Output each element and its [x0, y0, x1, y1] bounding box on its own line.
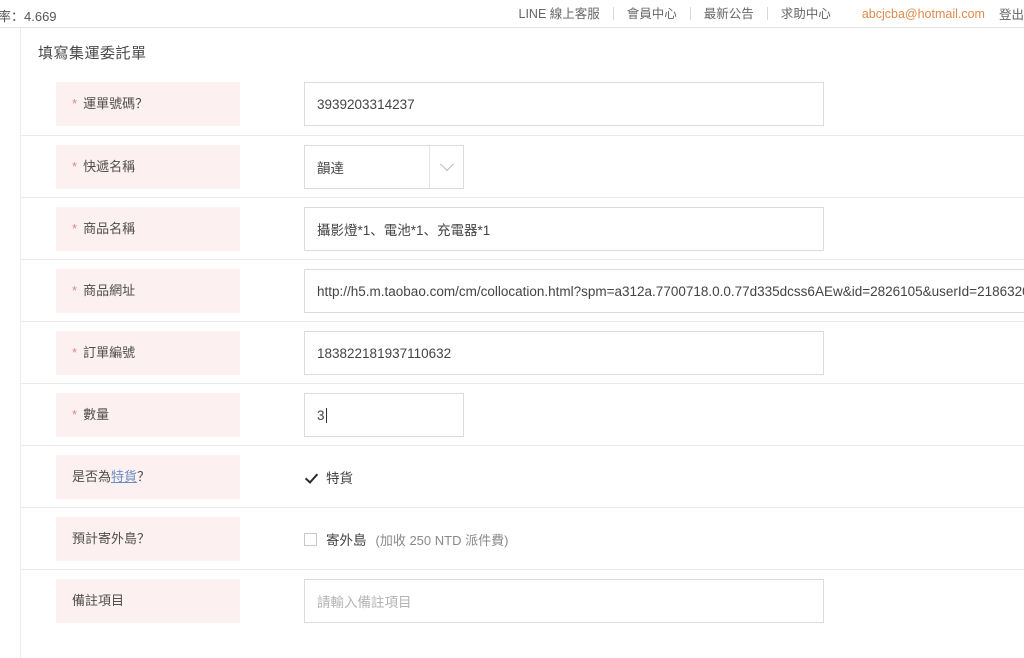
remark-input[interactable]: 請輸入備註項目	[304, 579, 824, 623]
form-row-quantity: * 數量 3	[21, 383, 1024, 445]
label-cell-quantity: * 數量	[56, 393, 240, 437]
page-title: 填寫集運委託單	[38, 45, 147, 62]
field-cell-quantity: 3	[240, 393, 1024, 437]
outlying-island-checkbox-row[interactable]: 寄外島 (加收 250 NTD 派件費)	[304, 517, 1024, 561]
special-goods-checkbox-label: 特貨	[326, 471, 353, 486]
nav-member-center[interactable]: 會員中心	[614, 5, 690, 23]
product-name-input[interactable]: 攝影燈*1、電池*1、充電器*1	[304, 207, 824, 251]
consignment-form: * 運單號碼？ 3939203314237 * 快遞名稱 韻達 * 商品名稱 攝…	[21, 73, 1024, 631]
form-row-product-name: * 商品名稱 攝影燈*1、電池*1、充電器*1	[21, 197, 1024, 259]
required-marker: *	[72, 283, 78, 299]
field-cell-tracking-number: 3939203314237	[240, 82, 1024, 126]
nav-line-support[interactable]: LINE 線上客服	[506, 5, 613, 23]
quantity-input[interactable]: 3	[304, 393, 464, 437]
top-utility-bar: 付匯率：4.669 LINE 線上客服 會員中心 最新公告 求助中心 abcjc…	[0, 0, 1024, 28]
outlying-island-fee-note: (加收 250 NTD 派件費)	[375, 532, 509, 548]
field-cell-special-goods: 特貨	[240, 455, 1024, 499]
logout-link[interactable]: 登出	[997, 4, 1024, 23]
remark-placeholder: 請輸入備註項目	[317, 595, 412, 610]
required-marker: *	[72, 407, 78, 423]
label-special-goods-suffix: ？	[137, 469, 151, 485]
required-marker: *	[72, 96, 78, 112]
label-cell-product-url: * 商品網址	[56, 269, 240, 313]
field-cell-order-number: 183822181937110632	[240, 331, 1024, 375]
special-goods-info-link[interactable]: 特貨	[111, 469, 137, 485]
label-cell-outlying-island: 預計寄外島？	[56, 517, 240, 561]
page-body: 填寫集運委託單 * 運單號碼？ 3939203314237 * 快遞名稱 韻達 …	[0, 28, 1024, 658]
special-goods-checkbox-row[interactable]: 特貨	[304, 455, 1024, 499]
product-name-value: 攝影燈*1、電池*1、充電器*1	[317, 223, 491, 238]
field-cell-product-name: 攝影燈*1、電池*1、充電器*1	[240, 207, 1024, 251]
label-quantity: 數量	[83, 407, 110, 423]
tracking-number-input[interactable]: 3939203314237	[304, 82, 824, 126]
order-number-input[interactable]: 183822181937110632	[304, 331, 824, 375]
label-order-number: 訂單編號	[83, 345, 136, 361]
field-cell-product-url: http://h5.m.taobao.com/cm/collocation.ht…	[240, 269, 1024, 313]
text-cursor	[325, 407, 327, 423]
label-cell-special-goods: 是否為 特貨？	[56, 455, 240, 499]
label-special-goods-prefix: 是否為	[72, 469, 112, 485]
form-row-tracking-number: * 運單號碼？ 3939203314237	[21, 73, 1024, 135]
label-cell-tracking-number: * 運單號碼？	[56, 82, 240, 126]
outlying-island-checkbox-label: 寄外島	[326, 533, 367, 548]
quantity-value: 3	[317, 407, 325, 423]
label-cell-remark: 備註項目	[56, 579, 240, 623]
label-cell-order-number: * 訂單編號	[56, 331, 240, 375]
required-marker: *	[72, 345, 78, 361]
form-row-special-goods: 是否為 特貨？ 特貨	[21, 445, 1024, 507]
required-marker: *	[72, 221, 78, 237]
label-tracking-number: 運單號碼？	[83, 96, 149, 112]
label-outlying-island: 預計寄外島？	[72, 531, 151, 547]
label-remark: 備註項目	[72, 593, 125, 609]
chevron-down-icon[interactable]	[429, 146, 463, 188]
courier-name-select[interactable]: 韻達	[304, 145, 464, 189]
field-cell-outlying-island: 寄外島 (加收 250 NTD 派件費)	[240, 517, 1024, 561]
label-cell-product-name: * 商品名稱	[56, 207, 240, 251]
field-cell-remark: 請輸入備註項目	[240, 579, 1024, 623]
label-product-url: 商品網址	[83, 283, 136, 299]
form-row-order-number: * 訂單編號 183822181937110632	[21, 321, 1024, 383]
label-product-name: 商品名稱	[83, 221, 136, 237]
form-row-remark: 備註項目 請輸入備註項目	[21, 569, 1024, 631]
required-marker: *	[72, 159, 78, 175]
field-cell-courier-name: 韻達	[240, 145, 1024, 189]
content-container: 填寫集運委託單 * 運單號碼？ 3939203314237 * 快遞名稱 韻達 …	[20, 28, 1024, 658]
courier-name-selected-value: 韻達	[317, 161, 344, 176]
outlying-island-checkbox[interactable]	[304, 532, 317, 546]
order-number-value: 183822181937110632	[317, 345, 452, 361]
form-row-courier-name: * 快遞名稱 韻達	[21, 135, 1024, 197]
exchange-rate-text: 付匯率：4.669	[0, 9, 57, 24]
special-goods-checkbox[interactable]	[304, 470, 317, 484]
nav-help-center[interactable]: 求助中心	[768, 5, 844, 23]
top-nav: LINE 線上客服 會員中心 最新公告 求助中心 abcjcba@hotmail…	[506, 4, 1024, 23]
nav-announcements[interactable]: 最新公告	[691, 5, 767, 23]
label-cell-courier-name: * 快遞名稱	[56, 145, 240, 189]
tracking-number-value: 3939203314237	[317, 96, 415, 112]
product-url-input[interactable]: http://h5.m.taobao.com/cm/collocation.ht…	[304, 269, 1024, 313]
label-courier-name: 快遞名稱	[83, 159, 136, 175]
form-row-outlying-island: 預計寄外島？ 寄外島 (加收 250 NTD 派件費)	[21, 507, 1024, 569]
form-row-product-url: * 商品網址 http://h5.m.taobao.com/cm/colloca…	[21, 259, 1024, 321]
account-email-link[interactable]: abcjcba@hotmail.com	[844, 7, 997, 21]
product-url-value: http://h5.m.taobao.com/cm/collocation.ht…	[317, 283, 1024, 299]
